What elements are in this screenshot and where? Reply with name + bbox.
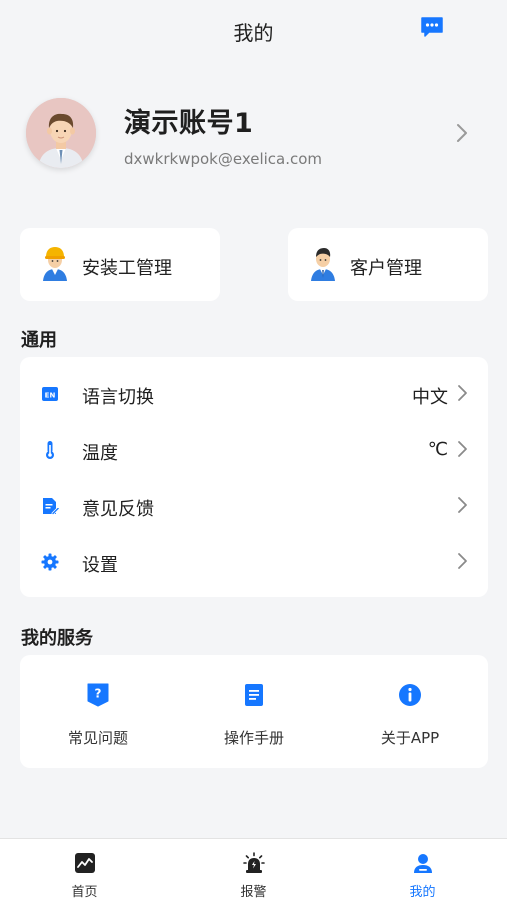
avatar [26, 98, 96, 168]
svg-text:?: ? [95, 687, 102, 701]
temperature-label: 温度 [82, 443, 118, 464]
tab-alarm[interactable]: 报警 [169, 839, 338, 900]
chart-home-icon [74, 852, 96, 874]
manual-service[interactable]: 操作手册 [176, 655, 332, 768]
feedback-label: 意见反馈 [82, 499, 154, 520]
settings-label: 设置 [82, 555, 118, 576]
thermometer-icon [40, 440, 60, 460]
installer-worker-icon [40, 245, 70, 281]
help-question-icon: ? [86, 682, 110, 708]
language-en-icon: EN [40, 384, 60, 404]
gear-icon [40, 552, 60, 572]
alarm-siren-icon [243, 852, 265, 874]
chevron-right-icon [456, 552, 468, 570]
temperature-row[interactable]: 温度 ℃ [20, 422, 488, 478]
chevron-right-icon [456, 440, 468, 458]
general-settings-list: EN 语言切换 中文 温度 ℃ 意见反馈 设置 [20, 357, 488, 597]
svg-text:EN: EN [45, 392, 56, 400]
profile-card[interactable]: 演示账号1 dxwkrkwpok@exelica.com [0, 95, 507, 175]
services-section-title: 我的服务 [21, 628, 93, 649]
general-section-title: 通用 [21, 330, 57, 351]
tab-home-label: 首页 [71, 885, 98, 900]
tab-mine-label: 我的 [409, 885, 436, 900]
chevron-right-icon [456, 384, 468, 402]
chevron-right-icon [456, 496, 468, 514]
installer-management-label: 安装工管理 [82, 258, 172, 279]
installer-management-card[interactable]: 安装工管理 [20, 228, 220, 301]
user-profile-icon [412, 852, 434, 874]
feedback-row[interactable]: 意见反馈 [20, 478, 488, 534]
faq-service[interactable]: ? 常见问题 [20, 655, 176, 768]
info-icon [398, 682, 422, 708]
chat-bubble-icon[interactable] [420, 16, 444, 38]
language-switch-label: 语言切换 [82, 387, 154, 408]
profile-email: dxwkrkwpok@exelica.com [124, 150, 323, 168]
language-switch-row[interactable]: EN 语言切换 中文 [20, 366, 488, 422]
temperature-unit-value: ℃ [427, 439, 448, 460]
top-bar: 我的 [0, 0, 507, 60]
customer-management-label: 客户管理 [350, 258, 422, 279]
tab-alarm-label: 报警 [240, 885, 267, 900]
bottom-tab-bar: 首页 报警 我的 [0, 838, 507, 900]
manual-label: 操作手册 [223, 729, 284, 747]
customer-person-icon [308, 245, 338, 281]
about-app-service[interactable]: 关于APP [332, 655, 488, 768]
feedback-edit-icon [40, 496, 61, 516]
chevron-right-icon [455, 122, 469, 144]
settings-row[interactable]: 设置 [20, 534, 488, 590]
manual-book-icon [242, 682, 266, 708]
customer-management-card[interactable]: 客户管理 [288, 228, 488, 301]
tab-home[interactable]: 首页 [0, 839, 169, 900]
language-value: 中文 [412, 387, 448, 408]
about-app-label: 关于APP [380, 729, 440, 747]
avatar-man-icon [26, 98, 96, 168]
tab-mine[interactable]: 我的 [338, 839, 507, 900]
profile-name: 演示账号1 [124, 108, 254, 139]
services-grid: ? 常见问题 操作手册 关于APP [20, 655, 488, 768]
faq-label: 常见问题 [67, 729, 128, 747]
